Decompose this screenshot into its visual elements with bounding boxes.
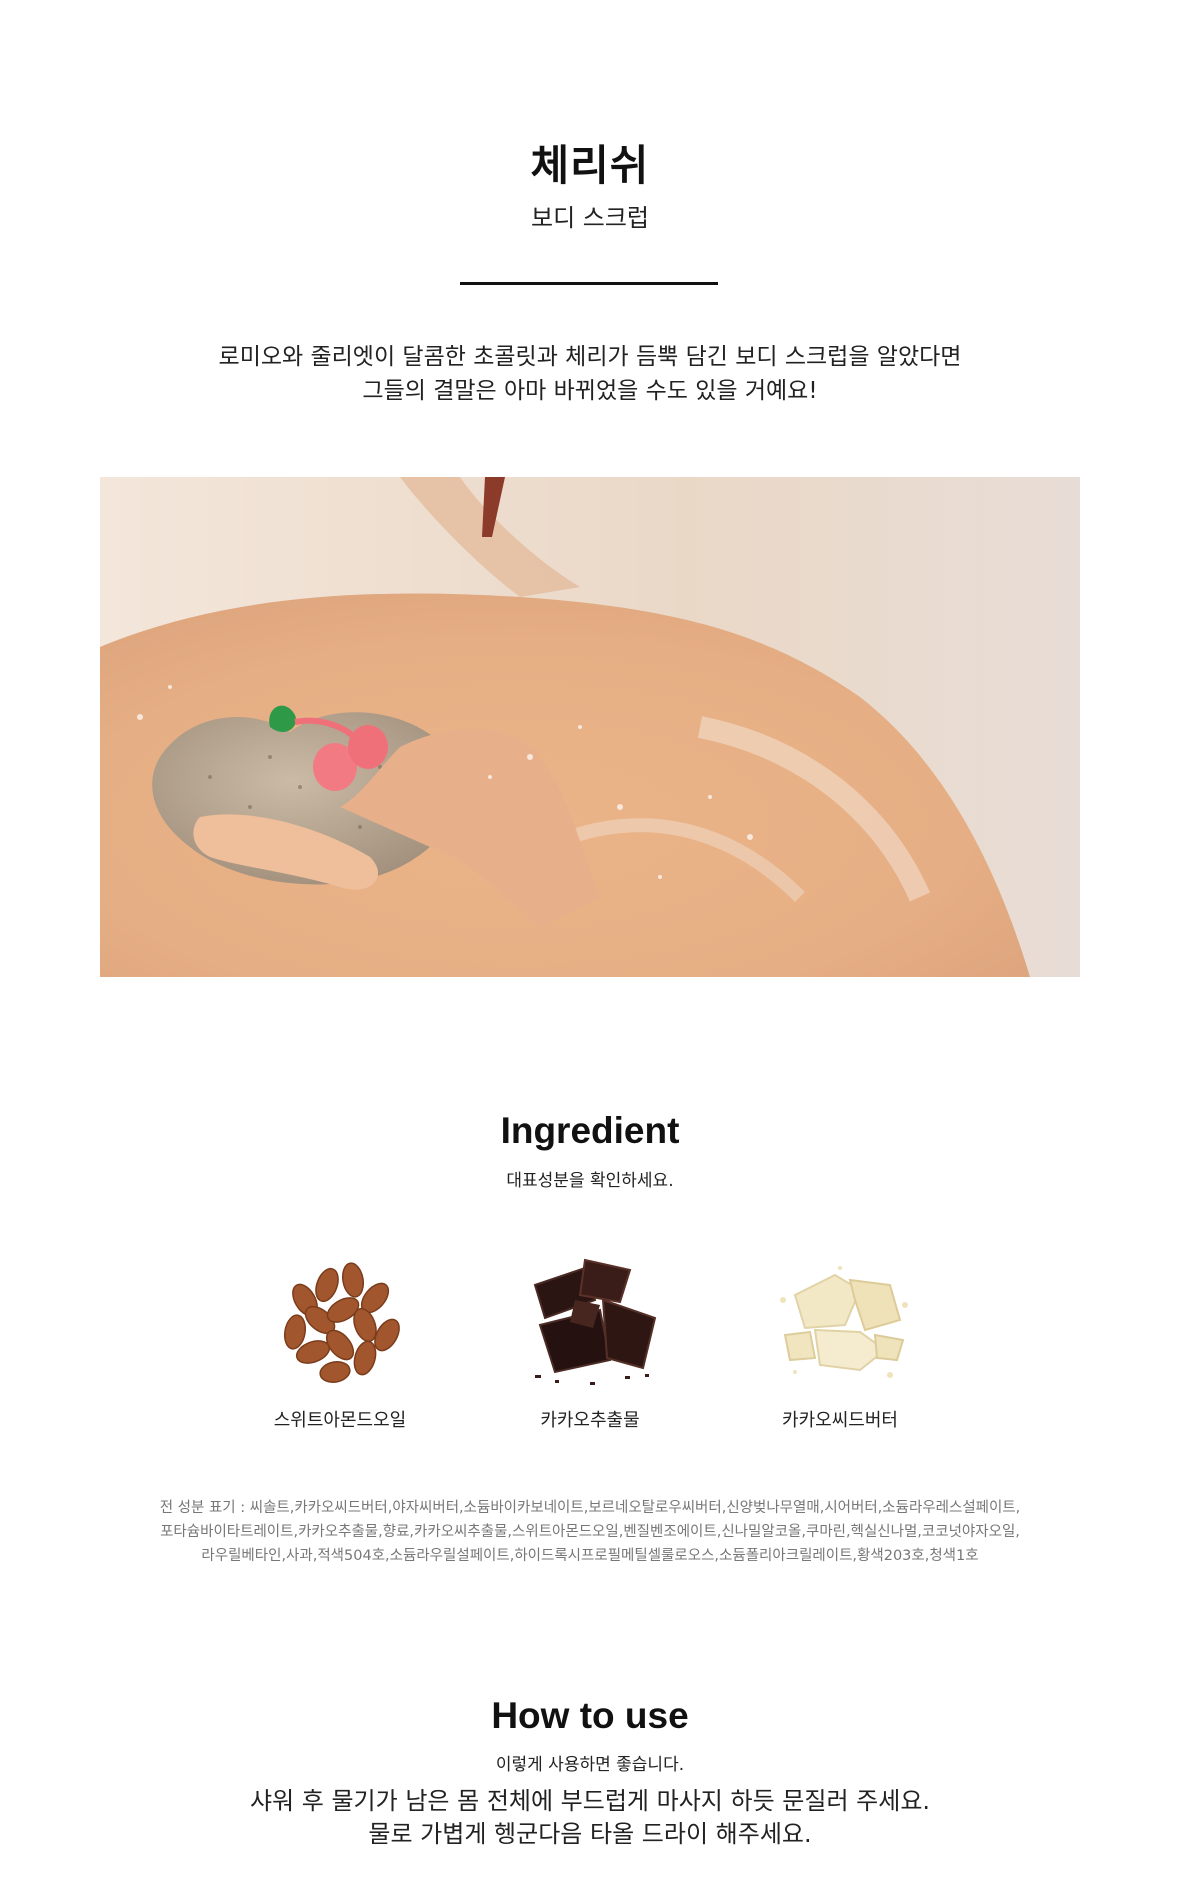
chocolate-icon xyxy=(533,1258,657,1385)
full-ingredient-line-3: 라우릴베타인,사과,적색504호,소듐라우릴설페이트,하이드록시프로필메틸셀룰로… xyxy=(201,1548,979,1564)
product-type: 보디 스크럽 xyxy=(530,204,650,232)
ingredient-label: 카카오추출물 xyxy=(540,1410,640,1431)
instruction-line-1: 샤워 후 물기가 남은 몸 전체에 부드럽게 마사지 하듯 문질러 주세요. xyxy=(249,1787,931,1815)
full-ingredient-list: 전 성분 표기 : 씨솔트,카카오씨드버터,야자씨버터,소듐바이카보네이트,보르… xyxy=(0,1496,1180,1568)
full-ingredient-line-2: 포타슘바이타트레이트,카카오추출물,향료,카카오씨추출물,스위트아몬드오일,벤질… xyxy=(160,1524,1020,1540)
scrub-on-shoulder-image xyxy=(100,477,1080,977)
full-ingredient-line-1: 전 성분 표기 : 씨솔트,카카오씨드버터,야자씨버터,소듐바이카보네이트,보르… xyxy=(159,1500,1021,1516)
instruction-line-2: 물로 가볍게 헹군다음 타올 드라이 해주세요. xyxy=(368,1820,812,1848)
product-photo xyxy=(100,477,1080,977)
product-title: 체리쉬 xyxy=(530,141,650,190)
intro-line-2: 그들의 결말은 아마 바뀌었을 수도 있을 거예요! xyxy=(362,378,818,404)
how-to-use-subheading: 이렇게 사용하면 좋습니다. xyxy=(495,1755,685,1775)
ingredient-label: 스위트아몬드오일 xyxy=(273,1410,407,1431)
intro-line-1: 로미오와 줄리엣이 달콤한 초콜릿과 체리가 듬뿍 담긴 보디 스크럽을 알았다… xyxy=(218,344,962,370)
product-intro: 로미오와 줄리엣이 달콤한 초콜릿과 체리가 듬뿍 담긴 보디 스크럽을 알았다… xyxy=(0,340,1180,408)
ingredient-item-almond: 스위트아몬드오일 xyxy=(240,1240,440,1432)
title-divider xyxy=(460,282,718,285)
cocoa-butter-icon xyxy=(780,1266,908,1378)
how-to-use-instructions: 샤워 후 물기가 남은 몸 전체에 부드럽게 마사지 하듯 문질러 주세요. 물… xyxy=(0,1785,1180,1851)
ingredient-item-cacao: 카카오추출물 xyxy=(490,1240,690,1432)
ingredient-heading: Ingredient xyxy=(500,1110,680,1151)
how-to-use-heading: How to use xyxy=(491,1695,689,1736)
ingredient-item-cocoa-butter: 카카오씨드버터 xyxy=(740,1240,940,1432)
almond-icon xyxy=(283,1262,400,1383)
ingredient-label: 카카오씨드버터 xyxy=(782,1410,898,1431)
ingredient-subheading: 대표성분을 확인하세요. xyxy=(506,1171,674,1191)
